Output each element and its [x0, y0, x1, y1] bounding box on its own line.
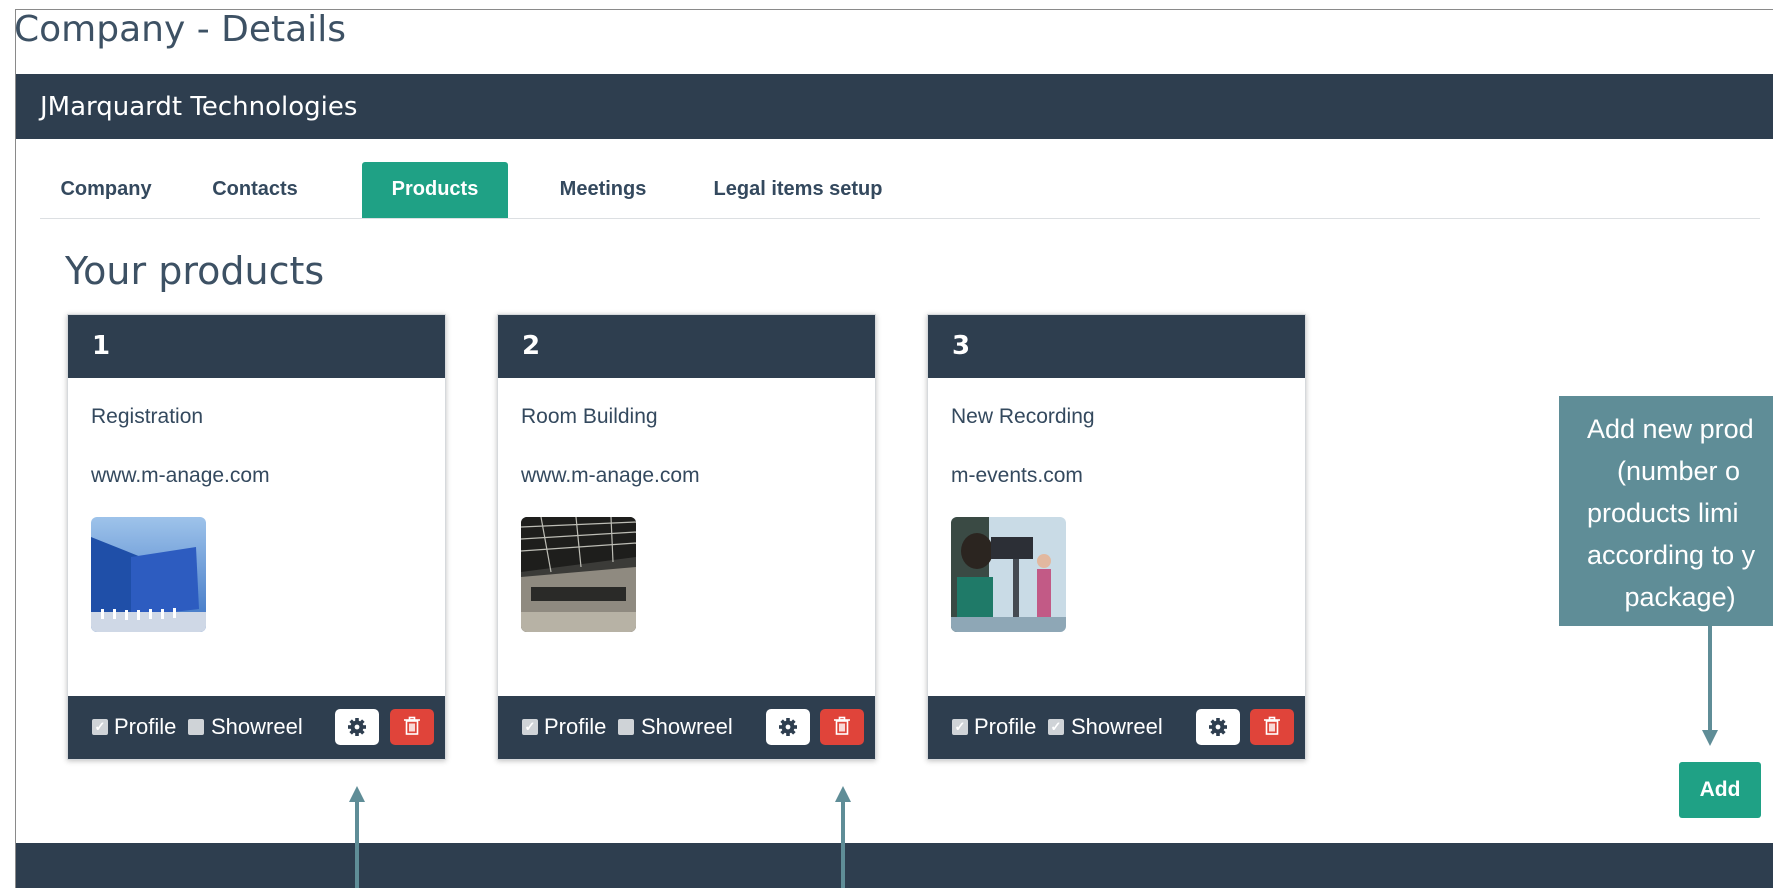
company-header-bar: JMarquardt Technologies: [16, 74, 1773, 139]
product-card: 2 Room Building www.m-anage.com ✓ Profil…: [497, 314, 876, 760]
product-card: 1 Registration www.m-anage.com ✓ Profile…: [67, 314, 446, 760]
showreel-checkbox[interactable]: [618, 719, 634, 735]
product-name: Room Building: [521, 405, 658, 428]
profile-label: Profile: [974, 714, 1037, 739]
product-url[interactable]: m-events.com: [951, 464, 1083, 488]
tab-bar: Company Contacts Products Meetings Legal…: [40, 162, 1760, 219]
profile-checkbox[interactable]: ✓: [522, 719, 538, 735]
tab-legal-items-setup[interactable]: Legal items setup: [702, 162, 894, 218]
product-image: [91, 517, 206, 632]
showreel-checkbox[interactable]: [188, 719, 204, 735]
showreel-checkbox[interactable]: ✓: [1048, 719, 1064, 735]
showreel-label: Showreel: [1071, 714, 1163, 739]
product-number: 3: [928, 315, 1305, 378]
product-card: 3 New Recording m-events.com ✓ Profile ✓…: [927, 314, 1306, 760]
settings-button[interactable]: [1196, 709, 1240, 745]
delete-button[interactable]: [1250, 709, 1294, 745]
company-name: JMarquardt Technologies: [40, 92, 358, 122]
product-number: 2: [498, 315, 875, 378]
profile-checkbox[interactable]: ✓: [952, 719, 968, 735]
footer-bar: [16, 843, 1773, 888]
gear-icon: [779, 718, 797, 736]
product-number: 1: [68, 315, 445, 378]
callout-arrow: [1702, 626, 1718, 746]
trash-icon: [404, 716, 420, 735]
product-url[interactable]: www.m-anage.com: [91, 464, 270, 488]
product-image: [521, 517, 636, 632]
showreel-label: Showreel: [211, 714, 303, 739]
delete-button[interactable]: [820, 709, 864, 745]
tab-products[interactable]: Products: [362, 162, 508, 218]
tab-meetings[interactable]: Meetings: [540, 162, 666, 218]
product-image: [951, 517, 1066, 632]
gear-icon: [1209, 718, 1227, 736]
product-name: Registration: [91, 405, 204, 428]
product-card-footer: ✓ Profile Showreel: [68, 696, 445, 759]
profile-label: Profile: [114, 714, 177, 739]
add-product-button[interactable]: Add: [1679, 762, 1761, 818]
tab-company[interactable]: Company: [40, 162, 172, 218]
profile-checkbox[interactable]: ✓: [92, 719, 108, 735]
page-title: Company - Details: [14, 9, 346, 50]
product-card-footer: ✓ Profile ✓ Showreel: [928, 696, 1305, 759]
delete-pointer-arrow: [835, 786, 851, 888]
tab-contacts[interactable]: Contacts: [188, 162, 322, 218]
delete-button[interactable]: [390, 709, 434, 745]
settings-button[interactable]: [766, 709, 810, 745]
showreel-label: Showreel: [641, 714, 733, 739]
product-url[interactable]: www.m-anage.com: [521, 464, 700, 488]
product-card-footer: ✓ Profile Showreel: [498, 696, 875, 759]
add-product-callout: Add new prod (number o products limi acc…: [1559, 396, 1773, 626]
section-title: Your products: [65, 249, 325, 293]
profile-label: Profile: [544, 714, 607, 739]
settings-pointer-arrow: [349, 786, 365, 888]
trash-icon: [1264, 716, 1280, 735]
gear-icon: [348, 718, 366, 736]
settings-button[interactable]: [335, 709, 379, 745]
product-name: New Recording: [951, 405, 1095, 428]
trash-icon: [834, 716, 850, 735]
